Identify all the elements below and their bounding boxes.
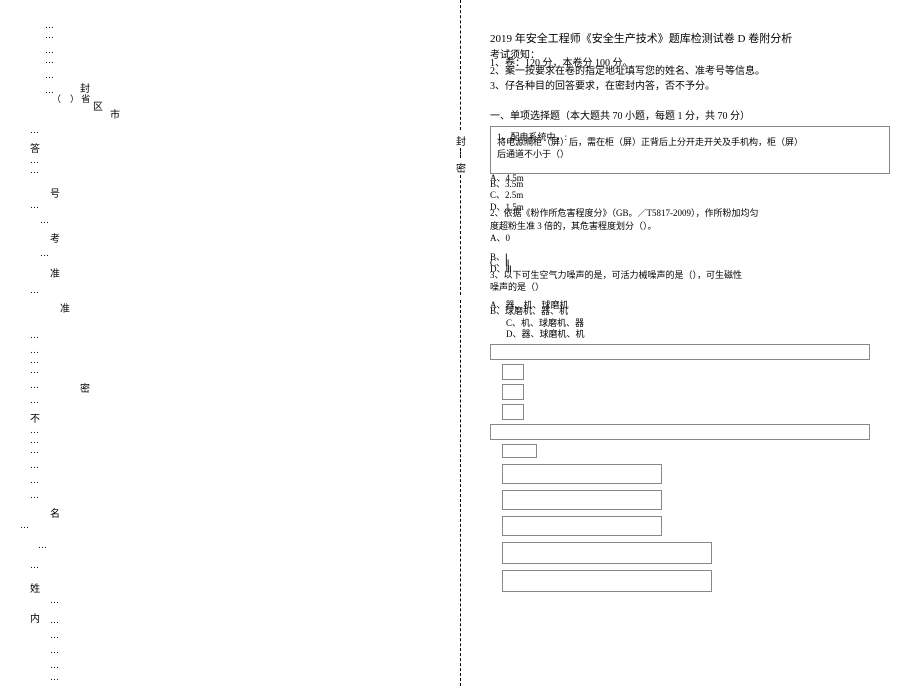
dots: … <box>30 460 40 470</box>
q1-option-c: C、2.5m <box>490 190 890 201</box>
dots: … <box>30 380 40 390</box>
binding-dense-char: 密 <box>80 380 90 395</box>
binding-name-char: 名 <box>50 505 60 520</box>
dots: … <box>30 165 40 175</box>
answer-box[interactable] <box>502 444 537 458</box>
dots: … <box>30 125 40 135</box>
dots: … <box>30 200 40 210</box>
q1-stem-3: 后通道不小于（） <box>497 149 569 159</box>
q3-option-d: D、器、球磨机、机 <box>506 329 890 340</box>
dots: … <box>30 445 40 455</box>
binding-number-char: 号 <box>50 185 60 200</box>
answer-box[interactable] <box>502 542 712 564</box>
binding-margin: … … … … 封 … … 区 市 （ ） 省 … 答 … … 号 … … 考 … <box>0 0 180 686</box>
q2-option-a: A、0 <box>490 233 890 244</box>
intro-line-3: 3、仔各种目的回答要求，在密封内答，否不予分。 <box>490 80 890 93</box>
dots: … <box>50 672 60 682</box>
binding-answer-char: 答 <box>30 140 40 155</box>
field-province: （ ） 省 <box>52 92 90 105</box>
dots: … <box>30 345 40 355</box>
dots: … <box>50 630 60 640</box>
dots: … <box>30 560 40 570</box>
question-1: 1、配电系统中，: 将电源隔柜（屏）后，需在柜（屏）正背后上分开走开关及手机构，… <box>490 126 890 174</box>
answer-box[interactable] <box>490 344 870 360</box>
dots: … <box>50 595 60 605</box>
exam-content: 2019 年安全工程师《安全生产技术》题库检测试卷 D 卷附分析 考试须知： 1… <box>490 30 890 598</box>
center-fold-line: 封 密 <box>460 0 461 686</box>
answer-box[interactable] <box>502 404 524 420</box>
section-1-header: 一、单项选择题（本大题共 70 小题，每题 1 分，共 70 分） <box>490 107 890 122</box>
dots: … <box>40 248 50 258</box>
q1-option-b: B、3.5m <box>490 179 890 190</box>
dots: … <box>50 645 60 655</box>
binding-bu-char: 不 <box>30 410 40 425</box>
q3-option-b: B、球磨机、器、机 <box>490 306 890 317</box>
dots: … <box>30 395 40 405</box>
binding-exam-char: 考 <box>50 230 60 245</box>
answer-box[interactable] <box>502 490 662 510</box>
dots: … <box>30 330 40 340</box>
dots: … <box>45 45 55 55</box>
answer-box[interactable] <box>502 364 524 380</box>
dots: … <box>30 425 40 435</box>
intro-line-2: 2、案一按要求在卷的指定地址填写您的姓名、准考号等信息。 <box>490 65 890 78</box>
center-dense-char: 密 <box>456 160 466 175</box>
answer-box[interactable] <box>502 384 524 400</box>
dots: … <box>38 540 48 550</box>
field-city: 市 <box>110 106 120 121</box>
dots: … <box>30 155 40 165</box>
q3-option-c: C、机、球磨机、器 <box>506 318 890 329</box>
dots: … <box>20 520 30 530</box>
q3-stem-1: 3、以下可生空气力噪声的是，可活力械噪声的是（），可生磁性 <box>490 270 890 282</box>
dots: … <box>50 615 60 625</box>
dots: … <box>30 435 40 445</box>
dots: … <box>30 365 40 375</box>
exam-title: 2019 年安全工程师《安全生产技术》题库检测试卷 D 卷附分析 <box>490 30 890 46</box>
answer-box[interactable] <box>502 516 662 536</box>
center-seal-char: 封 <box>456 133 466 148</box>
q2-stem-2: 度超粉生准 3 倍的，其危害程度划分（）。 <box>490 221 890 233</box>
q3-stem-2: 噪声的是（） <box>490 282 890 294</box>
dots: … <box>45 20 55 30</box>
binding-surname-char: 姓 <box>30 580 40 595</box>
field-district: 区 <box>93 98 103 113</box>
binding-inner-char: 内 <box>30 610 40 625</box>
binding-zhun2-char: 准 <box>60 300 70 315</box>
dots: … <box>45 55 55 65</box>
answer-box[interactable] <box>502 570 712 592</box>
dots: … <box>30 355 40 365</box>
dots: … <box>45 70 55 80</box>
dots: … <box>40 215 50 225</box>
binding-zhun-char: 准 <box>50 265 60 280</box>
dots: … <box>30 475 40 485</box>
dots: … <box>50 660 60 670</box>
answer-box[interactable] <box>490 424 870 440</box>
dots: … <box>30 490 40 500</box>
answer-box[interactable] <box>502 464 662 484</box>
q2-stem-1: 2、依据《粉作所危害程度分》（GB。／T5817-2009），作所粉加均匀 <box>490 208 890 220</box>
q1-stem-2: 将电源隔柜（屏）后，需在柜（屏）正背后上分开走开关及手机构，柜（屏） <box>497 137 803 147</box>
dots: … <box>45 30 55 40</box>
dots: … <box>30 285 40 295</box>
